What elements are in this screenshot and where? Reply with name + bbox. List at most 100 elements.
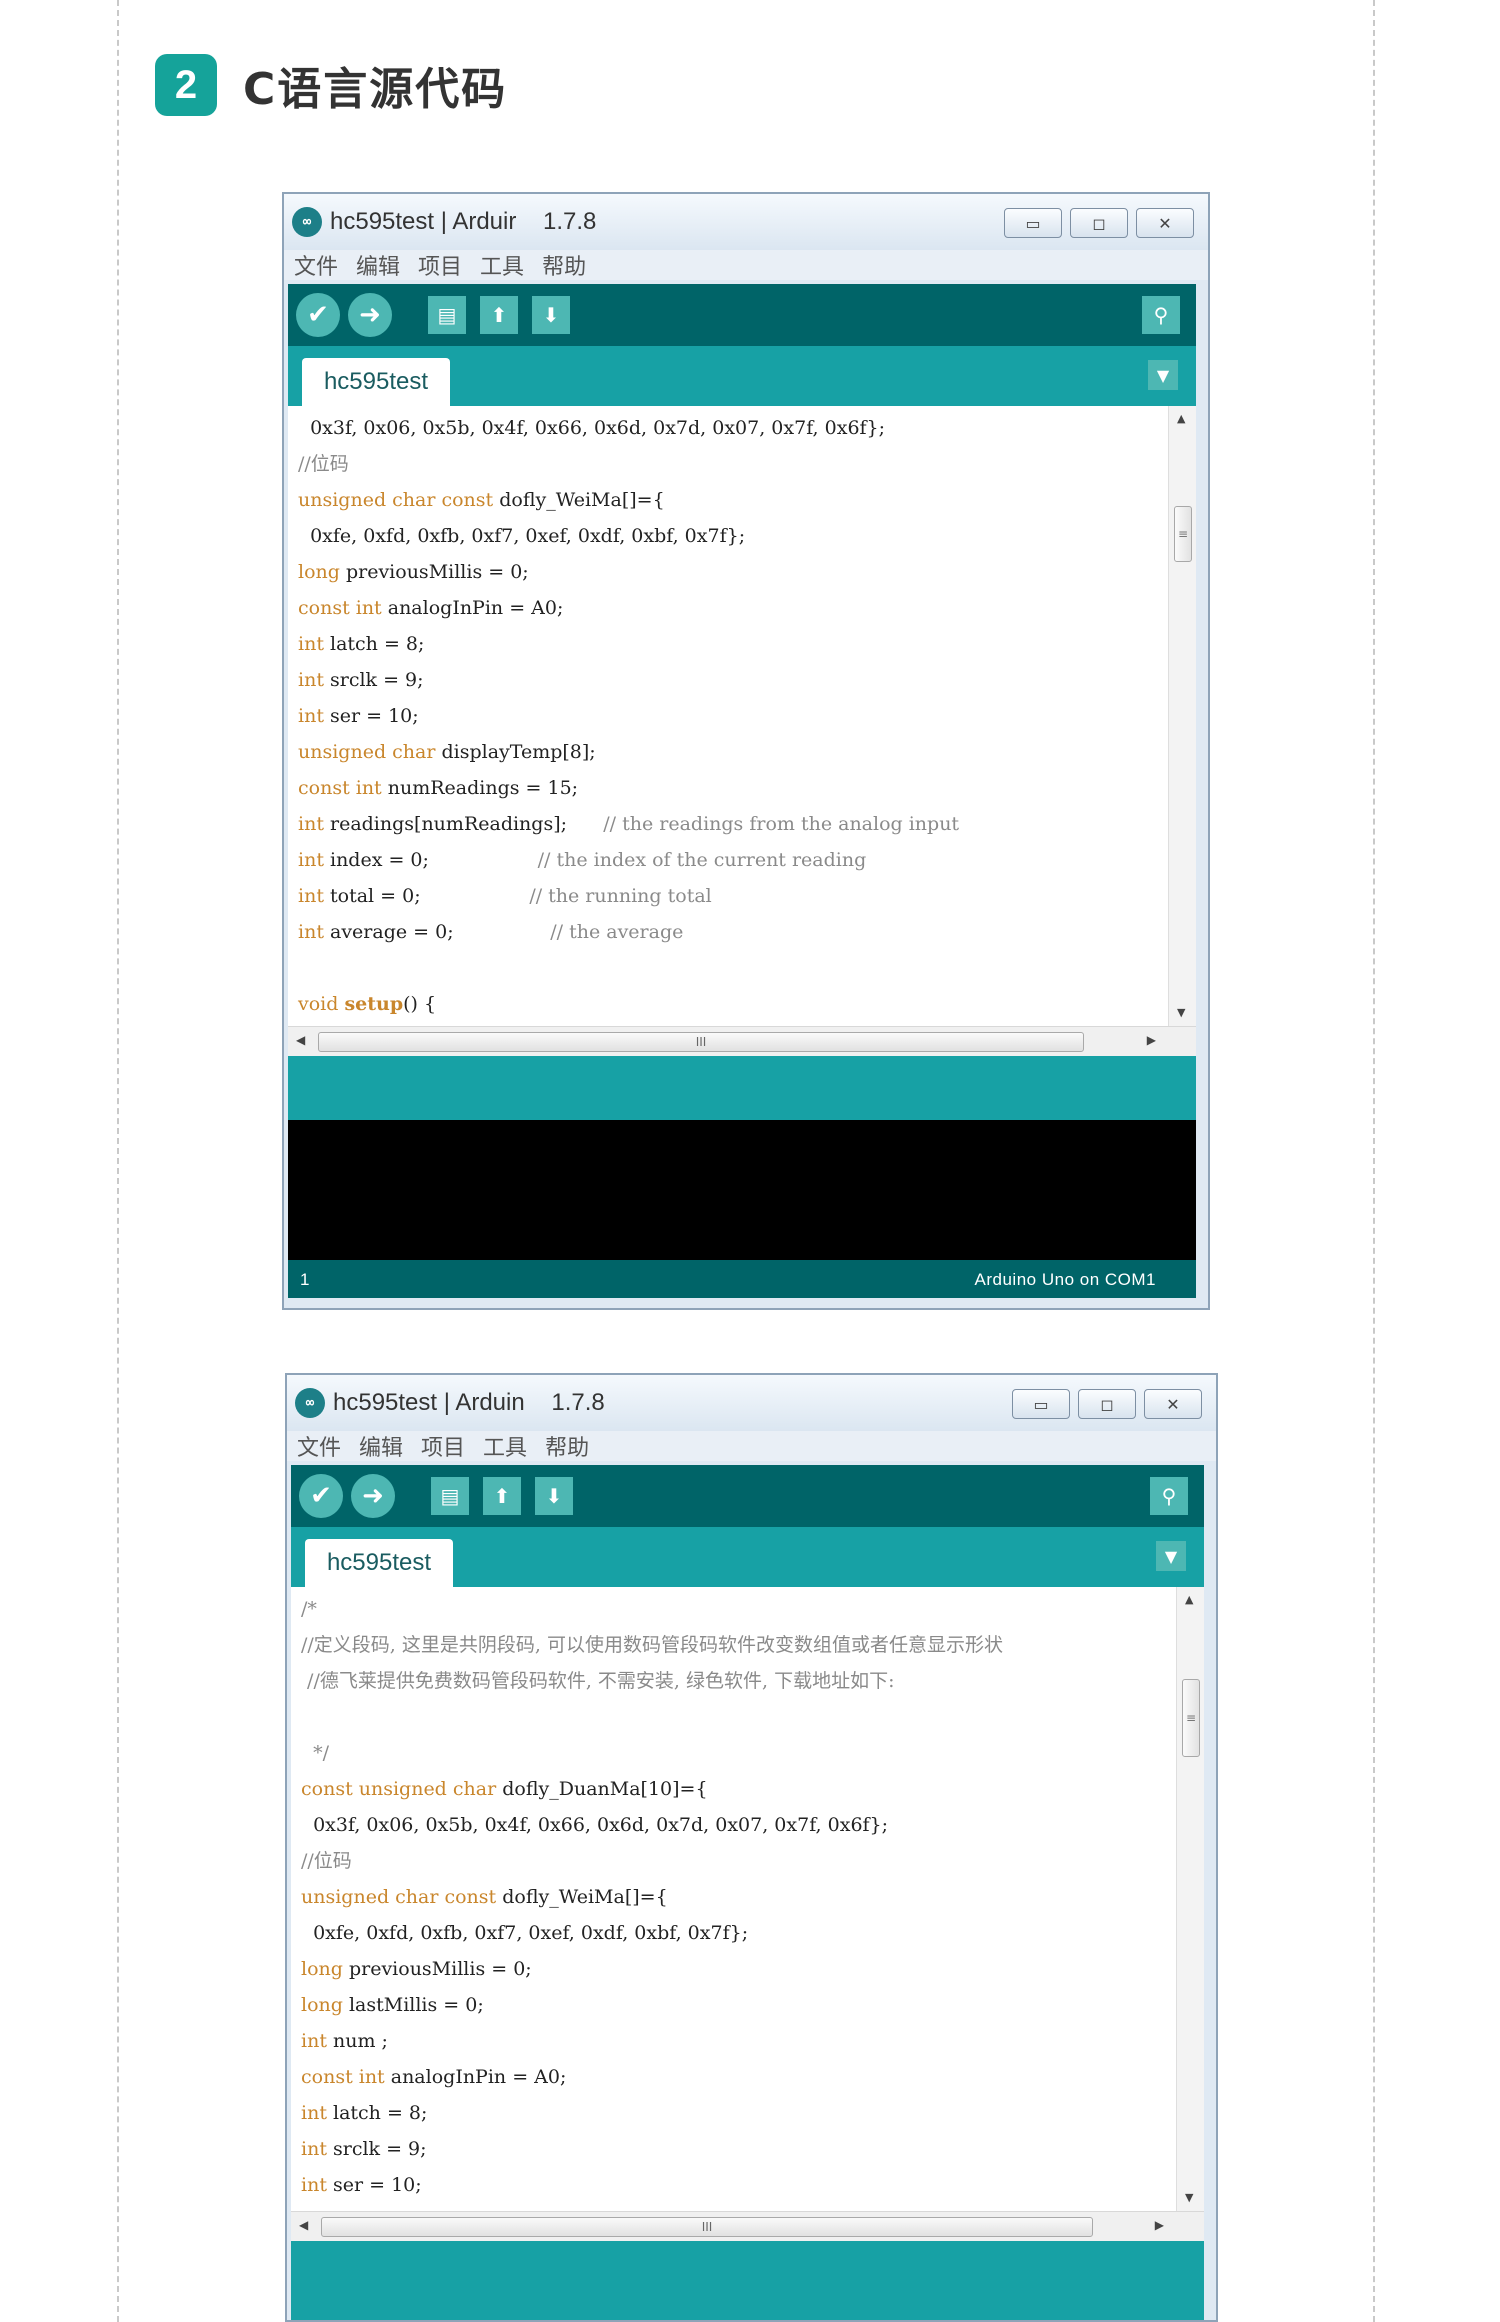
code-line: long previousMillis = 0;	[301, 1951, 1174, 1987]
code-editor[interactable]: /* //定义段码, 这里是共阴段码, 可以使用数码管段码软件改变数组值或者任意显…	[291, 1587, 1204, 2211]
menu-file[interactable]: 文件	[294, 249, 338, 281]
code-token: lastMillis = 0;	[342, 1994, 484, 2016]
new-button[interactable]: ▤	[428, 296, 466, 334]
code-token: const unsigned char	[301, 1778, 497, 1800]
code-line: const int analogInPin = A0;	[298, 590, 1166, 626]
code-editor[interactable]: 0x3f, 0x06, 0x5b, 0x4f, 0x66, 0x6d, 0x7d…	[288, 406, 1196, 1026]
save-button[interactable]: ⬇	[532, 296, 570, 334]
scroll-up-icon[interactable]: ▲	[1185, 1593, 1193, 1606]
horizontal-scroll-thumb[interactable]: III	[321, 2217, 1093, 2237]
minimize-button[interactable]: ▭	[1012, 1389, 1070, 1419]
code-line: //位码	[298, 446, 1166, 482]
code-line: int latch = 8;	[298, 626, 1166, 662]
code-token: long	[301, 1958, 343, 1980]
close-button[interactable]: ✕	[1144, 1389, 1202, 1419]
minimize-icon: ▭	[1033, 1394, 1049, 1414]
close-button[interactable]: ✕	[1136, 208, 1194, 238]
title-bar[interactable]: ∞ hc595test | Arduin 1.7.8 ▭ ◻ ✕	[287, 1375, 1216, 1431]
code-token: dofly_DuanMa[10]={	[496, 1778, 708, 1800]
status-line-number: 1	[300, 1270, 310, 1289]
scroll-right-icon[interactable]: ▶	[1147, 1033, 1156, 1047]
save-button[interactable]: ⬇	[535, 1477, 573, 1515]
upload-button[interactable]: ➜	[351, 1474, 395, 1518]
code-token: int	[298, 633, 324, 655]
code-token: dofly_WeiMa[]={	[493, 489, 665, 511]
scroll-down-icon[interactable]: ▼	[1185, 2191, 1193, 2204]
menu-edit[interactable]: 编辑	[359, 1430, 403, 1462]
code-token: // the index of the current reading	[537, 849, 867, 871]
menu-file[interactable]: 文件	[297, 1430, 341, 1462]
maximize-icon: ◻	[1100, 1394, 1114, 1414]
menu-tools[interactable]: 工具	[480, 249, 524, 281]
scroll-down-icon[interactable]: ▼	[1177, 1006, 1185, 1019]
maximize-button[interactable]: ◻	[1070, 208, 1128, 238]
scroll-right-icon[interactable]: ▶	[1155, 2218, 1164, 2232]
minimize-button[interactable]: ▭	[1004, 208, 1062, 238]
code-line: */	[301, 1735, 1174, 1771]
code-token: //定义段码, 这里是共阴段码, 可以使用数码管段码软件改变数组值或者任意显示形…	[301, 1634, 1003, 1656]
open-button[interactable]: ⬆	[480, 296, 518, 334]
minimize-icon: ▭	[1025, 213, 1041, 233]
horizontal-scrollbar[interactable]: ◀ III ▶	[291, 2211, 1204, 2241]
upload-button[interactable]: ➜	[348, 293, 392, 337]
menu-sketch[interactable]: 项目	[421, 1430, 465, 1462]
menu-tools[interactable]: 工具	[483, 1430, 527, 1462]
code-token: analogInPin = A0;	[384, 2066, 567, 2088]
code-line: const unsigned char dofly_DuanMa[10]={	[301, 1771, 1174, 1807]
tab-menu-button[interactable]: ▼	[1156, 1541, 1186, 1571]
code-token: /*	[301, 1598, 317, 1620]
code-token: long	[301, 1994, 343, 2016]
vertical-scrollbar[interactable]: ▲ ≡ ▼	[1176, 1587, 1204, 2211]
code-line: //德飞莱提供免费数码管段码软件, 不需安装, 绿色软件, 下载地址如下:	[301, 1663, 1174, 1699]
menu-edit[interactable]: 编辑	[356, 249, 400, 281]
check-icon: ✔	[307, 300, 329, 330]
menu-help[interactable]: 帮助	[545, 1430, 589, 1462]
tab-hc595test[interactable]: hc595test	[305, 1539, 453, 1587]
vertical-scrollbar[interactable]: ▲ ≡ ▼	[1168, 406, 1196, 1026]
scroll-left-icon[interactable]: ◀	[296, 1033, 305, 1047]
code-token: 0x3f, 0x06, 0x5b, 0x4f, 0x66, 0x6d, 0x7d…	[301, 1814, 889, 1836]
title-bar[interactable]: ∞ hc595test | Arduir 1.7.8 ▭ ◻ ✕	[284, 194, 1208, 250]
vertical-scroll-thumb[interactable]: ≡	[1174, 506, 1192, 562]
serial-monitor-button[interactable]: ⚲	[1150, 1477, 1188, 1515]
arduino-window-2: ∞ hc595test | Arduin 1.7.8 ▭ ◻ ✕ 文件 编辑 项…	[285, 1373, 1218, 2322]
code-token: () {	[403, 993, 437, 1015]
tab-hc595test[interactable]: hc595test	[302, 358, 450, 406]
code-token: displayTemp[8];	[435, 741, 596, 763]
close-icon: ✕	[1158, 213, 1172, 233]
code-line: //位码	[301, 1843, 1174, 1879]
verify-button[interactable]: ✔	[296, 293, 340, 337]
code-token: unsigned char const	[301, 1886, 497, 1908]
code-token: latch = 8;	[326, 2102, 428, 2124]
maximize-button[interactable]: ◻	[1078, 1389, 1136, 1419]
code-token: int	[298, 921, 324, 943]
code-token: int	[298, 813, 324, 835]
tab-menu-button[interactable]: ▼	[1148, 360, 1178, 390]
serial-monitor-button[interactable]: ⚲	[1142, 296, 1180, 334]
horizontal-scrollbar[interactable]: ◀ III ▶	[288, 1026, 1196, 1056]
menu-sketch[interactable]: 项目	[418, 249, 462, 281]
code-token: srclk = 9;	[323, 669, 424, 691]
code-token: void	[298, 993, 339, 1015]
verify-button[interactable]: ✔	[299, 1474, 343, 1518]
magnifier-icon: ⚲	[1161, 1484, 1177, 1508]
horizontal-scroll-thumb[interactable]: III	[318, 1032, 1084, 1052]
magnifier-icon: ⚲	[1153, 303, 1169, 327]
scroll-left-icon[interactable]: ◀	[299, 2218, 308, 2232]
code-line: long lastMillis = 0;	[301, 1987, 1174, 2023]
tab-bar: hc595test ▼	[291, 1527, 1204, 1587]
code-line: int srclk = 9;	[301, 2131, 1174, 2167]
menu-help[interactable]: 帮助	[542, 249, 586, 281]
code-token: // the running total	[529, 885, 712, 907]
code-token: dofly_WeiMa[]={	[496, 1886, 668, 1908]
open-button[interactable]: ⬆	[483, 1477, 521, 1515]
code-line: 0x3f, 0x06, 0x5b, 0x4f, 0x66, 0x6d, 0x7d…	[298, 410, 1166, 446]
arduino-window-1: ∞ hc595test | Arduir 1.7.8 ▭ ◻ ✕ 文件 编辑 项…	[282, 192, 1210, 1310]
new-button[interactable]: ▤	[431, 1477, 469, 1515]
scroll-up-icon[interactable]: ▲	[1177, 412, 1185, 425]
vertical-scroll-thumb[interactable]: ≡	[1182, 1679, 1200, 1757]
code-token: numReadings = 15;	[381, 777, 579, 799]
code-line: 0xfe, 0xfd, 0xfb, 0xf7, 0xef, 0xdf, 0xbf…	[298, 518, 1166, 554]
code-token: 0x3f, 0x06, 0x5b, 0x4f, 0x66, 0x6d, 0x7d…	[298, 417, 886, 439]
